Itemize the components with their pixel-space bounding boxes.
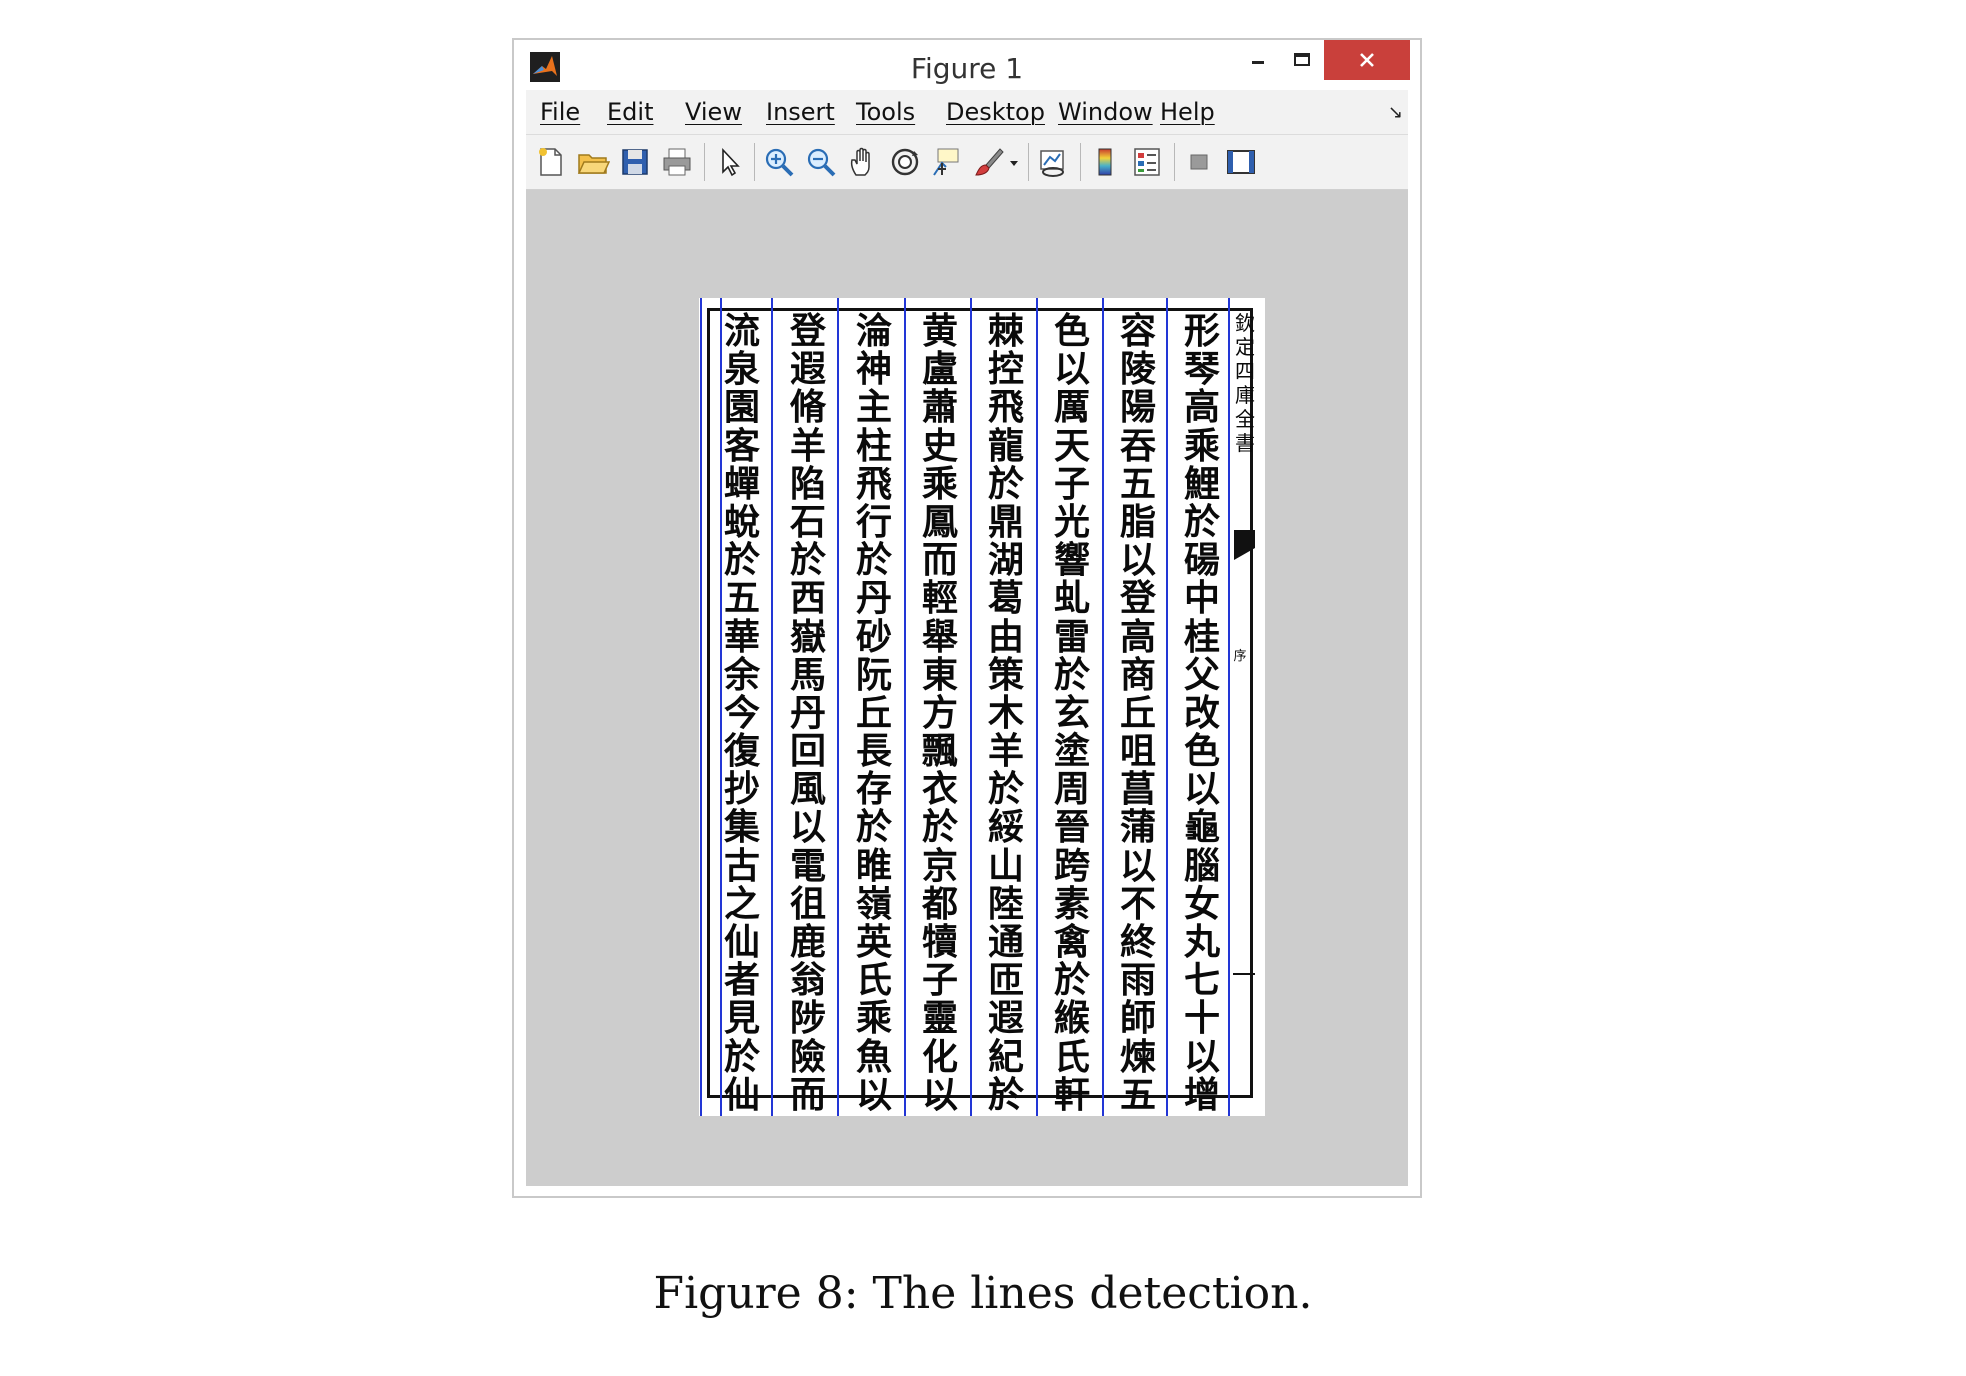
brush-icon[interactable] bbox=[972, 145, 1006, 179]
figure-caption: Figure 8: The lines detection. bbox=[653, 1268, 1313, 1319]
brush-dropdown-icon[interactable] bbox=[1006, 145, 1022, 179]
menu-tools[interactable]: Tools bbox=[856, 98, 915, 126]
toolbar-separator bbox=[1080, 143, 1081, 181]
data-cursor-icon[interactable] bbox=[930, 145, 964, 179]
menu-bar: File Edit View Insert Tools Desktop Wind… bbox=[526, 90, 1408, 135]
toolbar-separator bbox=[754, 143, 755, 181]
legend-icon[interactable] bbox=[1130, 145, 1164, 179]
minimize-button[interactable] bbox=[1236, 40, 1280, 80]
menu-edit[interactable]: Edit bbox=[607, 98, 653, 126]
menu-help[interactable]: Help bbox=[1160, 98, 1215, 126]
colorbar-icon[interactable] bbox=[1088, 145, 1122, 179]
open-file-icon[interactable] bbox=[576, 145, 611, 179]
toolbar-separator bbox=[1028, 143, 1029, 181]
link-plot-icon[interactable] bbox=[1036, 145, 1070, 179]
show-plot-tools-icon[interactable] bbox=[1224, 145, 1258, 179]
menu-view[interactable]: View bbox=[685, 98, 742, 126]
detected-lines-overlay bbox=[700, 298, 1255, 1116]
pan-icon[interactable] bbox=[846, 145, 880, 179]
maximize-icon bbox=[1294, 53, 1310, 66]
hide-plot-tools-icon[interactable] bbox=[1182, 145, 1216, 179]
close-icon bbox=[1360, 53, 1374, 67]
rotate-3d-icon[interactable] bbox=[888, 145, 922, 179]
document-image: 流泉園客蟬蛻於五華余今復抄集古之仙者見於仙 登遐脩羊陷石於西嶽馬丹回風以電徂鹿翁… bbox=[699, 298, 1265, 1116]
toolbar-separator bbox=[1174, 143, 1175, 181]
menu-window[interactable]: Window bbox=[1058, 98, 1153, 126]
close-button[interactable] bbox=[1324, 40, 1410, 80]
save-icon[interactable] bbox=[618, 145, 652, 179]
maximize-button[interactable] bbox=[1280, 40, 1324, 80]
toolbar-separator bbox=[704, 143, 705, 181]
new-figure-icon[interactable] bbox=[534, 145, 568, 179]
zoom-in-icon[interactable] bbox=[762, 145, 796, 179]
fishtail-mark bbox=[1234, 530, 1255, 560]
menu-insert[interactable]: Insert bbox=[766, 98, 835, 126]
minimize-icon bbox=[1252, 61, 1264, 64]
print-icon[interactable] bbox=[660, 145, 694, 179]
edit-plot-icon[interactable] bbox=[712, 145, 746, 179]
zoom-out-icon[interactable] bbox=[804, 145, 838, 179]
dock-figure-icon[interactable]: ↘ bbox=[1388, 102, 1403, 123]
title-bar: Figure 1 bbox=[514, 40, 1420, 90]
menu-file[interactable]: File bbox=[540, 98, 580, 126]
figure-window: Figure 1 File Edit View Insert Tools Des… bbox=[512, 38, 1422, 1198]
figure-plot-area: 流泉園客蟬蛻於五華余今復抄集古之仙者見於仙 登遐脩羊陷石於西嶽馬丹回風以電徂鹿翁… bbox=[526, 190, 1408, 1186]
figure-toolbar bbox=[526, 135, 1408, 190]
menu-desktop[interactable]: Desktop bbox=[946, 98, 1045, 126]
